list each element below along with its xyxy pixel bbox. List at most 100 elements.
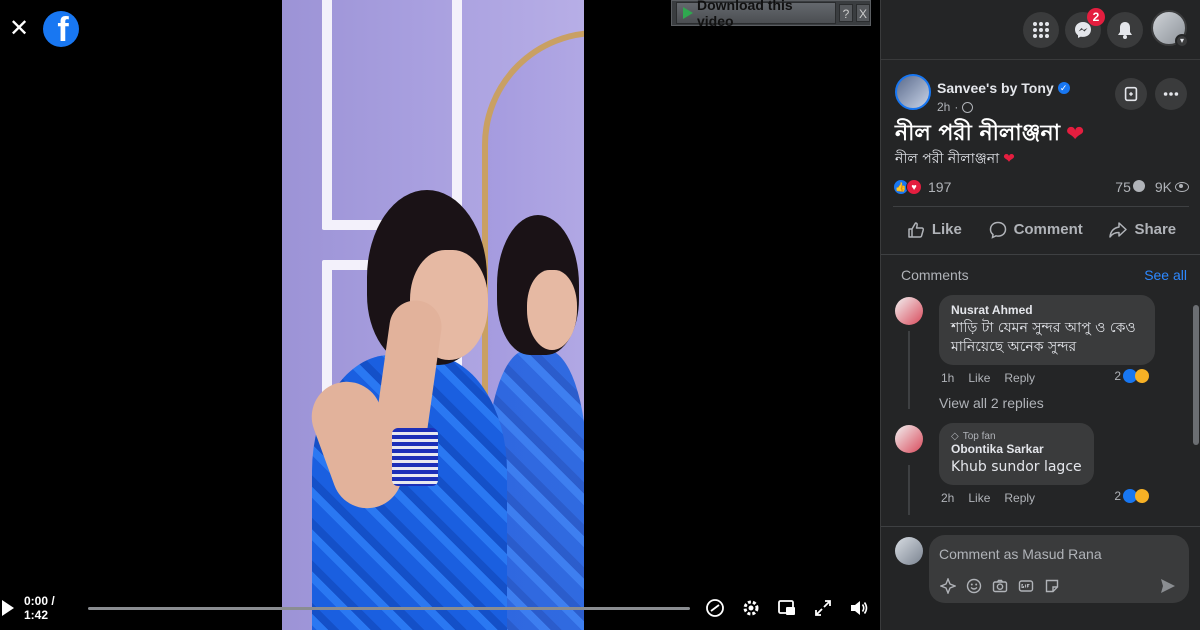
thumbs-up-icon <box>908 221 924 238</box>
more-options-button[interactable] <box>1155 78 1187 110</box>
comments-count: 75 <box>1115 179 1131 195</box>
notification-badge: 2 <box>1087 8 1105 26</box>
comment-reply-link[interactable]: Reply <box>1004 371 1035 385</box>
camera-icon[interactable] <box>991 577 1009 595</box>
share-button[interactable]: Share <box>1100 214 1184 246</box>
care-reaction-icon <box>1135 489 1149 503</box>
love-reaction-icon: ♥ <box>906 179 922 195</box>
post-caption-text: নীল পরী নীলাঞ্জনা <box>895 151 1000 167</box>
share-label: Share <box>1134 221 1177 238</box>
page-name-link[interactable]: Sanvee's by Tony ✓ <box>937 80 1070 96</box>
emoji-icon[interactable] <box>965 577 983 595</box>
comments-section[interactable]: Comments See all Nusrat Ahmed শাড়ি টা য… <box>881 254 1200 524</box>
scrollbar-thumb[interactable] <box>1193 305 1199 445</box>
diamond-icon: ◇ <box>951 431 959 442</box>
comment-bubble: ◇ Top fan Obontika Sarkar Khub sundor la… <box>939 423 1094 485</box>
account-avatar[interactable]: ▾ <box>1151 10 1189 48</box>
sticker-icon[interactable] <box>1043 577 1061 595</box>
play-icon[interactable] <box>2 600 14 616</box>
views-count-link: 9K <box>1155 179 1189 195</box>
volume-icon[interactable] <box>848 597 870 619</box>
comment-reactions[interactable]: 2 <box>1114 369 1149 383</box>
page-avatar[interactable] <box>895 74 931 110</box>
share-icon <box>1109 221 1128 238</box>
commenter-avatar[interactable] <box>895 297 923 325</box>
fullscreen-icon[interactable] <box>812 597 834 619</box>
globe-icon <box>962 101 974 113</box>
save-post-button[interactable] <box>1115 78 1147 110</box>
post-timestamp: 2h · <box>937 100 974 114</box>
panel-header: 2 ▾ <box>881 0 1200 60</box>
comment-reaction-count: 2 <box>1114 489 1121 503</box>
post-time: 2h <box>937 100 951 114</box>
view-replies-link[interactable]: View all 2 replies <box>939 395 1200 411</box>
like-label: Like <box>931 221 962 238</box>
heart-icon: ❤ <box>1065 122 1085 147</box>
comment-text: শাড়ি টা যেমন সুন্দর আপু ও কেও মানিয়েছে… <box>951 320 1136 355</box>
reactions-count[interactable]: 197 <box>928 179 951 195</box>
comment-label: Comment <box>1013 221 1083 238</box>
view-replies-label: View all 2 replies <box>939 395 1044 411</box>
comment-meta: 2h Like Reply 2 <box>939 489 1149 505</box>
time-readout: 0:00 / 1:42 <box>24 594 55 622</box>
comment-like-link[interactable]: Like <box>968 491 990 505</box>
reflection-face <box>527 270 577 350</box>
comments-scrollbar[interactable] <box>1193 305 1199 475</box>
eye-icon <box>1175 182 1189 192</box>
post-actions: Like Comment Share <box>893 206 1189 252</box>
bell-icon[interactable] <box>1107 12 1143 48</box>
chevron-down-icon: ▾ <box>1175 34 1189 48</box>
comment-text: Khub sundor lagce <box>951 459 1082 475</box>
video-controls: 0:00 / 1:42 <box>0 590 880 626</box>
download-toolbar: Download this video ? X <box>671 0 871 29</box>
comment-icon <box>989 221 1006 239</box>
avatar-sticker-icon[interactable] <box>939 577 957 595</box>
help-button[interactable]: ? <box>839 4 853 22</box>
comments-count-link[interactable]: 75 <box>1115 179 1145 195</box>
comment-button[interactable]: Comment <box>980 214 1091 246</box>
see-all-link[interactable]: See all <box>1144 267 1187 283</box>
progress-bar[interactable] <box>88 606 690 610</box>
comment-composer <box>881 526 1200 630</box>
comment-reactions[interactable]: 2 <box>1114 489 1149 503</box>
comment-input[interactable] <box>939 543 1179 565</box>
send-icon[interactable] <box>1159 577 1177 595</box>
comment-bubble-icon <box>1132 180 1145 192</box>
gear-icon[interactable] <box>740 597 762 619</box>
gif-icon[interactable] <box>1017 577 1035 595</box>
composer-tools <box>939 577 1061 595</box>
like-button[interactable]: Like <box>898 214 970 246</box>
comment-time[interactable]: 2h <box>941 491 954 505</box>
commenter-avatar[interactable] <box>895 425 923 453</box>
video-stage[interactable]: ✕ f Download this video ? X 0:00 / 1:42 <box>0 0 880 630</box>
menu-grid-icon[interactable] <box>1023 12 1059 48</box>
download-video-button[interactable]: Download this video <box>676 0 836 29</box>
comment-bubble: Nusrat Ahmed শাড়ি টা যেমন সুন্দর আপু ও … <box>939 295 1155 365</box>
video-frame[interactable] <box>282 0 584 630</box>
top-fan-badge: ◇ Top fan <box>951 431 1082 442</box>
messenger-icon[interactable]: 2 <box>1065 8 1105 48</box>
page-name: Sanvee's by Tony <box>937 80 1054 96</box>
comment-item: ◇ Top fan Obontika Sarkar Khub sundor la… <box>881 423 1200 505</box>
top-fan-label: Top fan <box>962 431 996 442</box>
comment-time[interactable]: 1h <box>941 371 954 385</box>
captions-icon[interactable] <box>704 597 726 619</box>
post-caption: নীল পরী নীলাঞ্জনা ❤ <box>895 147 1015 171</box>
views-count: 9K <box>1154 179 1172 195</box>
post-stats: 👍 ♥ 197 75 9K <box>893 176 1189 198</box>
comment-reply-link[interactable]: Reply <box>1004 491 1035 505</box>
picture-in-picture-icon[interactable] <box>776 597 798 619</box>
care-reaction-icon <box>1135 369 1149 383</box>
my-avatar[interactable] <box>895 537 923 565</box>
post-side-panel: 2 ▾ Sanvee's by Tony ✓ 2h · নীল পরী নীলা… <box>880 0 1200 630</box>
facebook-logo-icon[interactable]: f <box>43 11 79 47</box>
commenter-name[interactable]: Obontika Sarkar <box>951 442 1082 456</box>
close-toolbar-button[interactable]: X <box>856 4 870 22</box>
heart-icon: ❤ <box>1003 151 1015 167</box>
play-triangle-icon <box>683 7 693 19</box>
commenter-name[interactable]: Nusrat Ahmed <box>951 303 1143 317</box>
comment-like-link[interactable]: Like <box>968 371 990 385</box>
comment-meta: 1h Like Reply 2 <box>939 369 1149 385</box>
verified-badge-icon: ✓ <box>1057 82 1070 94</box>
close-icon[interactable]: ✕ <box>6 16 32 42</box>
